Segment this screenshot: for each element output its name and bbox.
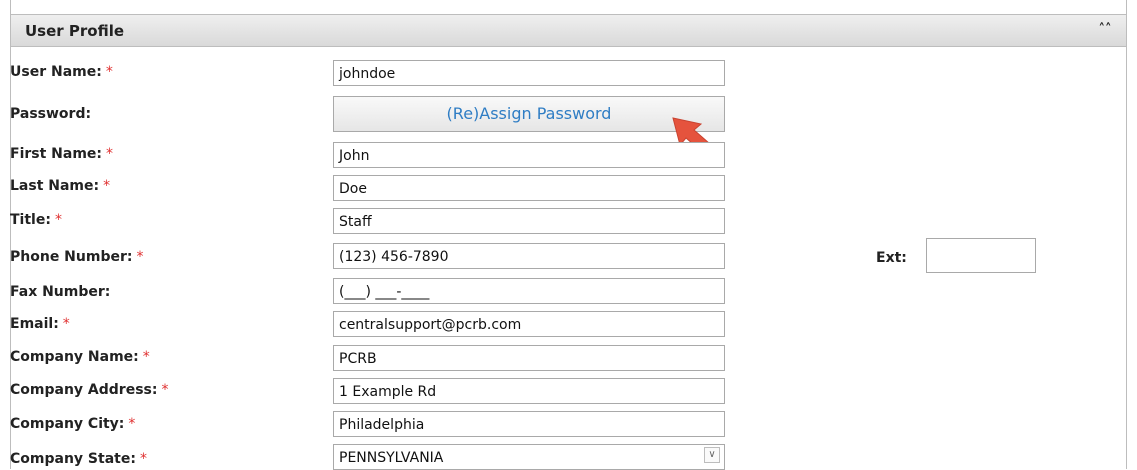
panel-header: User Profile ˄˄: [11, 14, 1126, 47]
chevron-down-icon[interactable]: ∨: [704, 447, 720, 463]
company-state-value: PENNSYLVANIA: [339, 450, 444, 466]
ext-label: Ext:: [876, 250, 907, 266]
company-address-field[interactable]: 1 Example Rd: [333, 378, 725, 404]
email-field[interactable]: centralsupport@pcrb.com: [333, 311, 725, 337]
required-mark: *: [105, 64, 113, 80]
fax-number-label: Fax Number:: [10, 284, 111, 300]
last-name-field[interactable]: Doe: [333, 175, 725, 201]
first-name-label: First Name: *: [10, 146, 114, 162]
double-chevron-up-icon[interactable]: ˄˄: [1096, 21, 1114, 39]
password-label: Password:: [10, 106, 92, 122]
user-name-field[interactable]: johndoe: [333, 60, 725, 86]
required-mark: *: [54, 212, 62, 228]
company-city-field[interactable]: Philadelphia: [333, 411, 725, 437]
company-address-label: Company Address: *: [10, 382, 169, 398]
email-label: Email: *: [10, 316, 70, 332]
phone-number-field[interactable]: (123) 456-7890: [333, 243, 725, 269]
company-name-field[interactable]: PCRB: [333, 345, 725, 371]
required-mark: *: [103, 178, 111, 194]
fax-number-field[interactable]: (___) ___-____: [333, 278, 725, 304]
phone-number-label: Phone Number: *: [10, 249, 144, 265]
company-city-label: Company City: *: [10, 416, 136, 432]
phone-ext-field[interactable]: [926, 238, 1036, 273]
first-name-field[interactable]: John: [333, 142, 725, 168]
company-state-select[interactable]: PENNSYLVANIA ∨: [333, 444, 725, 470]
required-mark: *: [142, 349, 150, 365]
company-state-label: Company State: *: [10, 451, 147, 467]
required-mark: *: [136, 249, 144, 265]
required-mark: *: [139, 451, 147, 467]
required-mark: *: [161, 382, 169, 398]
required-mark: *: [128, 416, 136, 432]
panel-title: User Profile: [25, 22, 125, 40]
last-name-label: Last Name: *: [10, 178, 111, 194]
title-field[interactable]: Staff: [333, 208, 725, 234]
company-name-label: Company Name: *: [10, 349, 150, 365]
title-label: Title: *: [10, 212, 62, 228]
user-name-label: User Name: *: [10, 64, 113, 80]
required-mark: *: [106, 146, 114, 162]
required-mark: *: [62, 316, 70, 332]
